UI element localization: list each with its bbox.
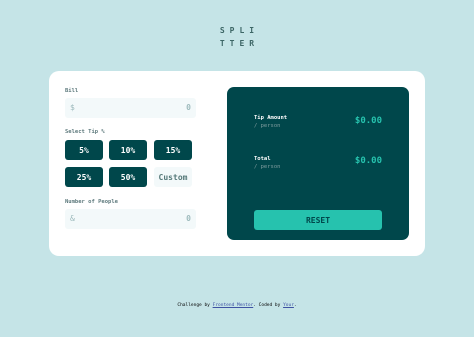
logo-line-1: SPLI <box>219 26 260 35</box>
dollar-icon: $ <box>70 103 75 112</box>
calculator-card: Bill $ 0 Select Tip % 5% 10% 15% 25% 50%… <box>49 71 425 256</box>
person-icon: & <box>70 214 75 223</box>
total-value: $0.00 <box>354 156 382 166</box>
tip-amount-value: $0.00 <box>354 116 382 126</box>
total-sub: / person <box>254 164 281 170</box>
bill-label: Bill <box>65 88 79 94</box>
tip-button-50[interactable]: 50% <box>109 167 147 187</box>
bill-input-value: 0 <box>186 103 191 112</box>
logo-line-2: TTER <box>219 39 260 48</box>
author-link[interactable]: Your <box>283 303 294 308</box>
attribution-footer: Challenge by Frontend Mentor. Coded by Y… <box>0 303 474 308</box>
people-input-value: 0 <box>186 214 191 223</box>
tip-amount-sub: / person <box>254 123 281 129</box>
reset-button[interactable]: RESET <box>254 210 382 230</box>
tip-button-10[interactable]: 10% <box>109 140 147 160</box>
footer-text-2: . Coded by <box>253 303 284 308</box>
tip-amount-label: Tip Amount <box>254 115 288 121</box>
result-panel: Tip Amount / person $0.00 Total / person… <box>227 87 409 240</box>
tip-button-25[interactable]: 25% <box>65 167 103 187</box>
footer-text-1: Challenge by <box>177 303 213 308</box>
select-tip-label: Select Tip % <box>65 129 105 135</box>
app-logo: SPLI TTER <box>0 24 474 50</box>
tip-button-15[interactable]: 15% <box>154 140 192 160</box>
bill-input[interactable]: $ 0 <box>65 98 196 118</box>
people-label: Number of People <box>65 199 118 205</box>
footer-text-3: . <box>293 303 297 308</box>
total-label: Total <box>254 156 271 162</box>
frontend-mentor-link[interactable]: Frontend Mentor <box>213 303 254 308</box>
people-input[interactable]: & 0 <box>65 209 196 229</box>
tip-button-5[interactable]: 5% <box>65 140 103 160</box>
tip-custom-input[interactable]: Custom <box>154 167 192 187</box>
